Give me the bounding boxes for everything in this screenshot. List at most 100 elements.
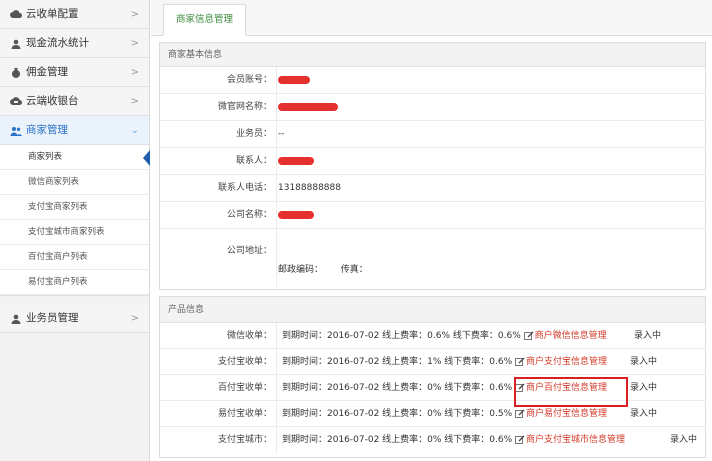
postcode-label: 邮政编码：: [278, 265, 324, 275]
sidebar-item-cloud-cashier[interactable]: 云端收银台 >: [0, 87, 149, 116]
submenu-item-yifubao-merchants[interactable]: 易付宝商户列表: [0, 270, 149, 295]
panel-header: 商家基本信息: [160, 43, 705, 67]
basic-info-panel: 商家基本信息 会员账号： 微官网名称： 业务员： -- 联系人： 联系人电话： …: [159, 42, 706, 290]
product-terms: 到期时间：2016-07-02 线上费率：1% 线下费率：0.6%: [282, 357, 513, 367]
sidebar-item-label: 云端收银台: [26, 95, 79, 107]
divider: [276, 427, 277, 453]
divider: [276, 175, 277, 201]
product-detail: 到期时间：2016-07-02 线上费率：0% 线下费率：0.6% 商户支付宝城…: [282, 427, 625, 453]
postcode-fax: 邮政编码： 传真：: [278, 262, 368, 275]
product-label: 百付宝收单：: [217, 383, 272, 393]
sidebar-item-label: 现金流水统计: [26, 37, 89, 49]
divider: [276, 401, 277, 426]
submenu-item-label: 微信商家列表: [28, 177, 80, 187]
status-text: 录入中: [630, 357, 658, 367]
sidebar-item-cash-flow[interactable]: 现金流水统计 >: [0, 29, 149, 58]
sidebar-item-salesperson-management[interactable]: 业务员管理 >: [0, 304, 149, 333]
product-info-panel: 产品信息 微信收单： 到期时间：2016-07-02 线上费率：0.6% 线下费…: [159, 296, 706, 458]
member-label: 会员账号：: [226, 75, 272, 85]
edit-icon: [515, 409, 525, 418]
highlight-box: [514, 377, 628, 407]
phone-label: 联系人电话：: [217, 183, 272, 193]
submenu-item-wechat-merchants[interactable]: 微信商家列表: [0, 170, 149, 195]
edit-icon: [515, 435, 525, 444]
link-label: 商户支付宝城市信息管理: [526, 435, 626, 445]
submenu-item-label: 支付宝城市商家列表: [28, 227, 105, 237]
divider: [276, 375, 277, 400]
chevron-right-icon: >: [130, 9, 139, 20]
person-icon: [10, 29, 22, 58]
divider: [276, 349, 277, 374]
submenu-item-merchant-list[interactable]: 商家列表: [0, 145, 150, 170]
link-label: 商户易付宝信息管理: [526, 409, 608, 419]
status-text: 录入中: [670, 435, 698, 445]
sidebar-item-label: 云收单配置: [26, 8, 79, 20]
product-label: 支付宝收单：: [217, 357, 272, 367]
info-row-company: 公司名称：: [160, 202, 705, 229]
site-name-value-redacted: [278, 94, 338, 121]
fax-label: 传真：: [340, 265, 368, 275]
manage-wechat-link[interactable]: 商户微信信息管理: [523, 331, 607, 341]
product-row-alipay-city: 支付宝城市： 到期时间：2016-07-02 线上费率：0% 线下费率：0.6%…: [160, 427, 705, 453]
sidebar-item-commission[interactable]: 佣金管理 >: [0, 58, 149, 87]
manage-alipay-link[interactable]: 商户支付宝信息管理: [515, 357, 607, 367]
submenu-item-label: 百付宝商户列表: [28, 252, 88, 262]
users-icon: [10, 116, 22, 145]
edit-icon: [515, 357, 525, 366]
sidebar-item-label: 佣金管理: [26, 66, 68, 78]
money-bag-icon: [10, 58, 22, 87]
status-text: 录入中: [634, 331, 662, 341]
info-row-site-name: 微官网名称：: [160, 94, 705, 121]
contact-label: 联系人：: [235, 156, 272, 166]
submenu-item-label: 易付宝商户列表: [28, 277, 88, 287]
tab-merchant-info[interactable]: 商家信息管理: [163, 4, 247, 36]
product-terms: 到期时间：2016-07-02 线上费率：0% 线下费率：0.6%: [282, 435, 513, 445]
product-terms: 到期时间：2016-07-02 线上费率：0% 线下费率：0.5%: [282, 409, 513, 419]
product-detail: 到期时间：2016-07-02 线上费率：1% 线下费率：0.6% 商户支付宝信…: [282, 349, 607, 375]
product-detail: 到期时间：2016-07-02 线上费率：0.6% 线下费率：0.6% 商户微信…: [282, 323, 607, 349]
link-label: 商户微信信息管理: [534, 331, 607, 341]
edit-icon: [523, 331, 534, 340]
divider: [276, 229, 277, 287]
cloud-icon: [10, 0, 22, 29]
info-row-contact: 联系人：: [160, 148, 705, 175]
chevron-down-icon: ⌄: [130, 125, 139, 136]
submenu-item-baifubao-merchants[interactable]: 百付宝商户列表: [0, 245, 149, 270]
divider: [276, 202, 277, 228]
submenu-item-alipay-city-merchants[interactable]: 支付宝城市商家列表: [0, 220, 149, 245]
person-icon: [10, 304, 22, 333]
product-terms: 到期时间：2016-07-02 线上费率：0.6% 线下费率：0.6%: [282, 331, 521, 341]
cloud-cashier-icon: [10, 87, 22, 116]
sidebar-item-cloud-acquiring[interactable]: 云收单配置 >: [0, 0, 149, 29]
submenu-item-alipay-merchants[interactable]: 支付宝商家列表: [0, 195, 149, 220]
contact-value-redacted: [278, 148, 314, 175]
link-label: 商户支付宝信息管理: [526, 357, 608, 367]
chevron-right-icon: >: [130, 96, 139, 107]
info-row-member: 会员账号：: [160, 67, 705, 94]
sidebar-item-label: 业务员管理: [26, 312, 79, 324]
main-content: 商家信息管理 商家基本信息 会员账号： 微官网名称： 业务员： -- 联系人： …: [151, 0, 712, 461]
chevron-right-icon: >: [130, 313, 139, 324]
product-label: 易付宝收单：: [217, 409, 272, 419]
active-pointer-icon: [143, 150, 150, 166]
submenu-item-label: 商家列表: [28, 152, 63, 162]
salesperson-value: --: [278, 129, 285, 139]
product-row-wechat: 微信收单： 到期时间：2016-07-02 线上费率：0.6% 线下费率：0.6…: [160, 323, 705, 349]
manage-alipay-city-link[interactable]: 商户支付宝城市信息管理: [515, 435, 625, 445]
panel-header: 产品信息: [160, 297, 705, 323]
member-value-redacted: [278, 67, 310, 94]
submenu-item-label: 支付宝商家列表: [28, 202, 88, 212]
chevron-right-icon: >: [130, 38, 139, 49]
divider: [276, 148, 277, 174]
sidebar-item-merchant-management[interactable]: 商家管理 ⌄: [0, 116, 149, 145]
manage-yifubao-link[interactable]: 商户易付宝信息管理: [515, 409, 607, 419]
product-label: 支付宝城市：: [217, 435, 272, 445]
status-text: 录入中: [630, 409, 658, 419]
site-name-label: 微官网名称：: [217, 102, 272, 112]
sidebar-item-label: 商家管理: [26, 124, 68, 136]
product-row-alipay: 支付宝收单： 到期时间：2016-07-02 线上费率：1% 线下费率：0.6%…: [160, 349, 705, 375]
product-label: 微信收单：: [226, 331, 272, 341]
info-row-address: 公司地址： 邮政编码： 传真：: [160, 229, 705, 287]
info-row-phone: 联系人电话： 13188888888: [160, 175, 705, 202]
status-text: 录入中: [630, 383, 658, 393]
